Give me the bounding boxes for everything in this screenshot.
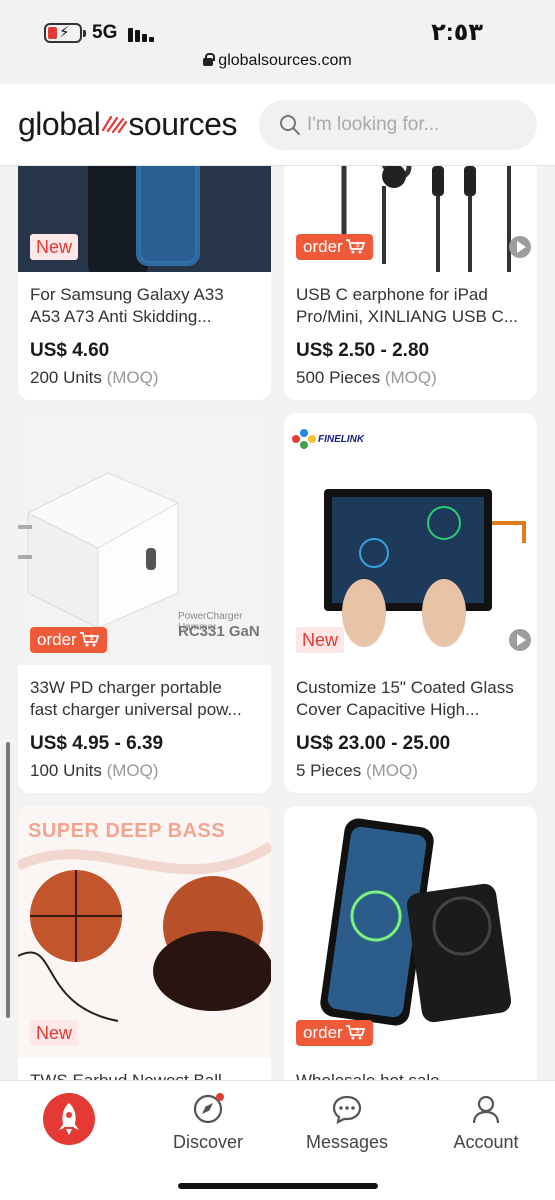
- svg-text:$: $: [89, 633, 94, 642]
- status-bar: ⚡ 5G ٢:٥٣: [0, 0, 555, 52]
- product-title: TWS Earbud Newest Ball: [30, 1070, 262, 1080]
- product-grid: New For Samsung Galaxy A33 A53 A73 Anti …: [0, 166, 555, 1080]
- logo-text-left: global: [18, 106, 101, 142]
- product-moq: 200 Units (MOQ): [30, 368, 159, 387]
- product-moq: 5 Pieces (MOQ): [296, 761, 418, 780]
- product-price: US$ 2.50 - 2.80: [296, 340, 430, 361]
- logo[interactable]: global sources: [18, 106, 237, 143]
- product-card[interactable]: order$ Wholesale hot sale: [284, 806, 537, 1080]
- video-play-icon[interactable]: [509, 236, 531, 258]
- url-bar[interactable]: globalsources.com: [0, 52, 555, 84]
- home-indicator[interactable]: [178, 1183, 378, 1189]
- search-icon: [280, 115, 300, 135]
- product-title: 33W PD charger portable fast charger uni…: [30, 678, 242, 719]
- svg-text:$: $: [355, 240, 360, 249]
- product-card[interactable]: FINELINK New Customize 15" Coated Glass …: [284, 413, 537, 793]
- order-badge: order $: [296, 234, 373, 260]
- product-card[interactable]: order $ USB C earphone for iPad Pro/Mini,…: [284, 166, 537, 400]
- product-price: US$ 4.60: [30, 340, 110, 361]
- cart-icon: $: [345, 1025, 365, 1040]
- rocket-icon: [59, 1103, 79, 1135]
- logo-text-right: sources: [128, 106, 237, 142]
- cart-icon: $: [79, 632, 99, 647]
- product-price: US$ 23.00 - 25.00: [296, 733, 451, 754]
- search-input[interactable]: I'm looking for...: [259, 100, 537, 150]
- url-domain: globalsources.com: [218, 52, 352, 69]
- lock-icon: [203, 53, 216, 66]
- home-rocket-button[interactable]: [43, 1093, 95, 1145]
- message-icon: [332, 1095, 362, 1124]
- clock: ٢:٥٣: [431, 19, 483, 46]
- product-title: Wholesale hot sale: [296, 1070, 528, 1080]
- product-title: USB C earphone for iPad Pro/Mini, XINLIA…: [296, 285, 518, 326]
- new-badge: New: [296, 627, 345, 653]
- product-card[interactable]: New For Samsung Galaxy A33 A53 A73 Anti …: [18, 166, 271, 400]
- image-caption: SUPER DEEP BASS: [28, 820, 226, 842]
- user-icon: [472, 1095, 500, 1124]
- product-card[interactable]: SUPER DEEP BASS New TWS Earbud Newest Ba…: [18, 806, 271, 1080]
- svg-text:$: $: [355, 1026, 360, 1035]
- order-badge: order $: [30, 627, 107, 653]
- logo-mark-icon: [102, 115, 128, 133]
- product-price: US$ 4.95 - 6.39: [30, 733, 164, 754]
- new-badge: New: [30, 1020, 79, 1046]
- battery-icon: ⚡: [44, 23, 86, 43]
- image-caption-model: RC331 GaN: [178, 623, 260, 640]
- order-badge: order $: [296, 1020, 373, 1046]
- product-moq: 100 Units (MOQ): [30, 761, 159, 780]
- nav-messages[interactable]: Messages: [302, 1093, 392, 1153]
- product-title: Customize 15" Coated Glass Cover Capacit…: [296, 678, 514, 719]
- image-brand: FINELINK: [318, 434, 365, 445]
- product-title: For Samsung Galaxy A33 A53 A73 Anti Skid…: [30, 285, 224, 326]
- nav-discover[interactable]: Discover: [168, 1093, 248, 1153]
- nav-account[interactable]: Account: [446, 1093, 526, 1153]
- compass-icon: [193, 1093, 224, 1124]
- network-type: 5G: [92, 22, 118, 43]
- scroll-indicator[interactable]: [6, 742, 10, 1018]
- bottom-nav: Discover Messages Account: [0, 1080, 555, 1200]
- product-moq: 500 Pieces (MOQ): [296, 368, 437, 387]
- search-placeholder: I'm looking for...: [307, 114, 440, 135]
- signal-icon: [128, 24, 158, 42]
- new-badge: New: [30, 234, 79, 260]
- cart-icon: $: [345, 239, 365, 254]
- product-card[interactable]: PowerCharger Hammer RC331 GaN order $ 33W…: [18, 413, 271, 793]
- site-header: global sources I'm looking for...: [0, 84, 555, 166]
- video-play-icon[interactable]: [509, 629, 531, 651]
